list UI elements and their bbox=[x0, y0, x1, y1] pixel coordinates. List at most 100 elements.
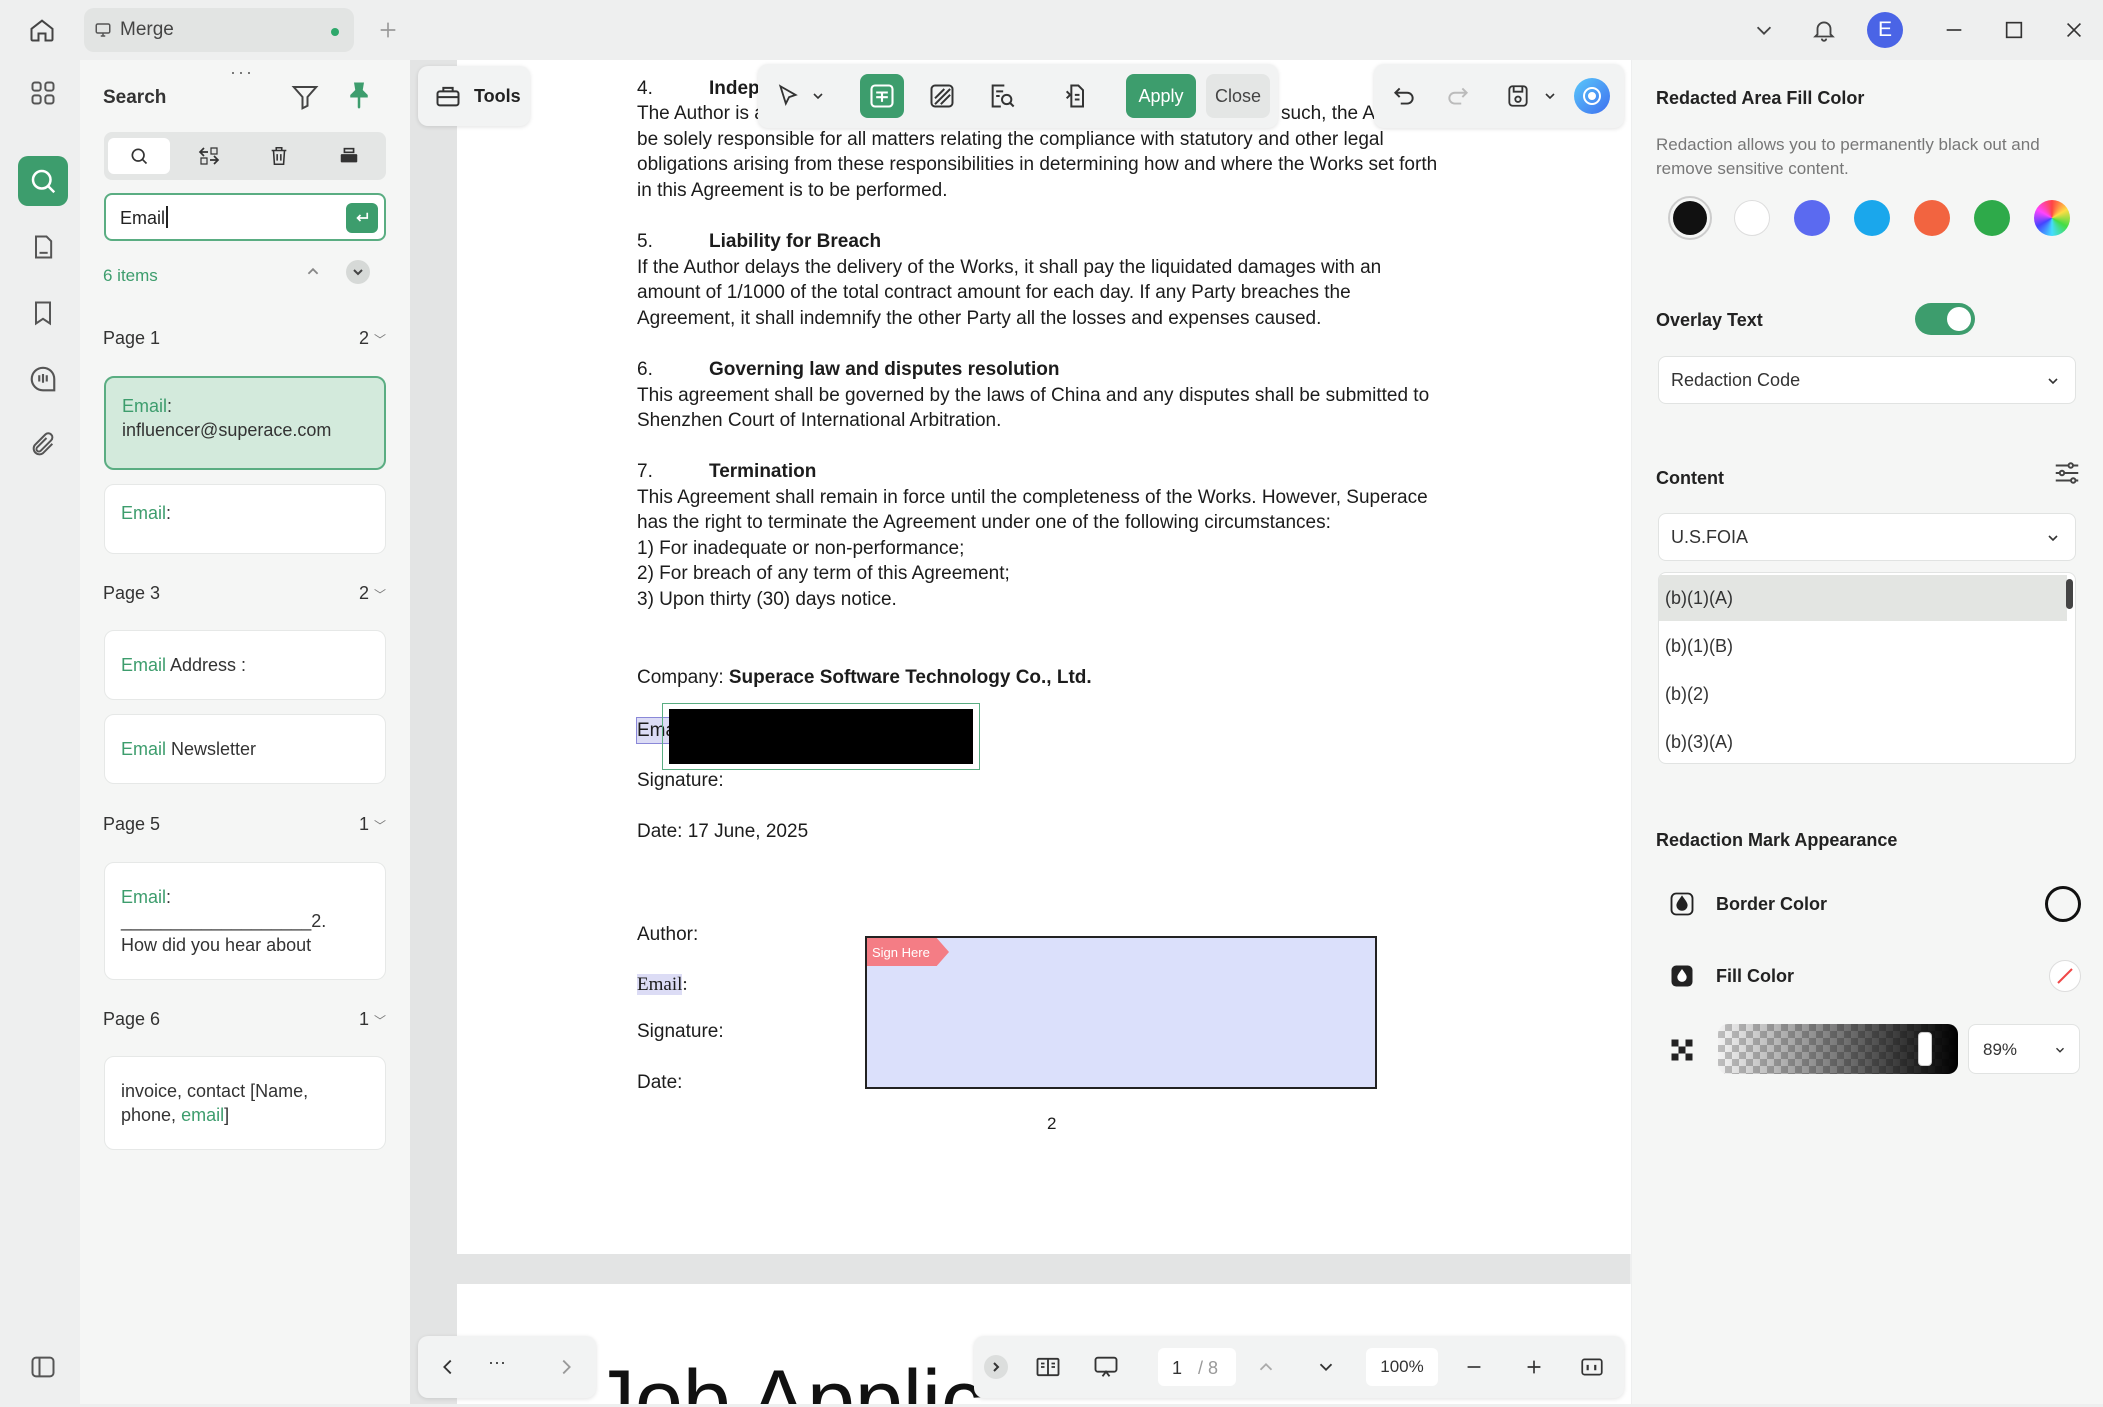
redaction-toolbar: Apply Close bbox=[758, 64, 1278, 128]
close-icon[interactable] bbox=[2056, 12, 2092, 48]
replace-icon[interactable] bbox=[178, 138, 240, 174]
chevron-up-icon[interactable] bbox=[1244, 1345, 1288, 1389]
actual-size-icon[interactable] bbox=[1570, 1345, 1614, 1389]
reading-mode-icon[interactable] bbox=[1026, 1345, 1070, 1389]
redo-icon[interactable] bbox=[1436, 74, 1480, 118]
redact-pages-icon[interactable] bbox=[1054, 74, 1098, 118]
chevron-down-icon[interactable] bbox=[346, 260, 370, 284]
overlay-text-dropdown[interactable]: Redaction Code bbox=[1658, 356, 2076, 404]
zoom-in-icon[interactable] bbox=[1512, 1345, 1556, 1389]
opacity-slider[interactable] bbox=[1718, 1024, 1958, 1074]
result-text: : bbox=[166, 887, 172, 907]
search-mode-icon[interactable] bbox=[108, 138, 170, 174]
bookmark-icon[interactable] bbox=[18, 288, 68, 338]
search-result-item[interactable]: Email: influencer@superace.com bbox=[104, 376, 386, 470]
trash-icon[interactable] bbox=[248, 138, 310, 174]
opacity-dropdown[interactable]: 89% bbox=[1968, 1024, 2080, 1074]
avatar[interactable]: E bbox=[1867, 12, 1903, 48]
search-result-item[interactable]: invoice, contact [Name, phone, email] bbox=[104, 1056, 386, 1150]
scrollbar[interactable] bbox=[2066, 579, 2073, 609]
fill-color-none-icon[interactable] bbox=[2049, 960, 2081, 992]
search-result-item[interactable]: Email Newsletter bbox=[104, 714, 386, 784]
paragraph-line: 1) For inadequate or non-performance; bbox=[637, 538, 965, 559]
color-swatch-white[interactable] bbox=[1734, 200, 1770, 236]
filter-icon[interactable] bbox=[290, 82, 320, 112]
fill-color-title: Redacted Area Fill Color bbox=[1656, 88, 1865, 108]
ai-assistant-icon[interactable] bbox=[1574, 78, 1610, 114]
chevron-left-icon[interactable] bbox=[426, 1345, 470, 1389]
save-icon[interactable] bbox=[1496, 74, 1540, 118]
color-swatch-green[interactable] bbox=[1974, 200, 2010, 236]
close-button[interactable]: Close bbox=[1206, 74, 1270, 118]
chevron-right-icon[interactable] bbox=[544, 1345, 588, 1389]
mark-area-icon[interactable] bbox=[920, 74, 964, 118]
result-group-count[interactable]: 2 ﹀ bbox=[359, 583, 386, 604]
page-input[interactable]: 1 / 8 bbox=[1158, 1348, 1236, 1386]
document-tab[interactable]: Merge bbox=[84, 8, 354, 52]
code-option[interactable]: (b)(2) bbox=[1659, 671, 2067, 717]
collapse-icon[interactable] bbox=[984, 1355, 1008, 1379]
drag-handle[interactable]: ··· bbox=[230, 62, 254, 83]
search-result-item[interactable]: Email: ___________________2. How did you… bbox=[104, 862, 386, 980]
color-swatch-sky[interactable] bbox=[1854, 200, 1890, 236]
bell-icon[interactable] bbox=[1806, 12, 1842, 48]
plus-icon[interactable] bbox=[370, 12, 406, 48]
result-text: invoice, contact [Name, bbox=[121, 1081, 309, 1101]
sliders-icon[interactable] bbox=[2052, 458, 2082, 488]
result-group-count[interactable]: 1 ﹀ bbox=[359, 814, 386, 835]
search-result-item[interactable]: Email: bbox=[104, 484, 386, 554]
search-highlight[interactable]: Email bbox=[637, 974, 683, 995]
result-group-count[interactable]: 2 ﹀ bbox=[359, 328, 386, 349]
border-color-swatch[interactable] bbox=[2045, 886, 2081, 922]
redaction-mark[interactable] bbox=[669, 709, 973, 764]
signature-label: Signature: bbox=[637, 1021, 724, 1042]
minimize-icon[interactable] bbox=[1936, 12, 1972, 48]
zoom-input[interactable]: 100% bbox=[1366, 1348, 1438, 1386]
paragraph-line: This agreement shall be governed by the … bbox=[637, 385, 1430, 406]
opacity-slider-thumb[interactable] bbox=[1918, 1032, 1932, 1066]
tools-button[interactable]: Tools bbox=[418, 66, 530, 126]
comment-icon[interactable] bbox=[18, 354, 68, 404]
search-icon[interactable] bbox=[18, 156, 68, 206]
chevron-down-icon[interactable] bbox=[810, 88, 826, 104]
result-group-header[interactable]: Page 1 bbox=[103, 328, 160, 349]
zoom-out-icon[interactable] bbox=[1452, 1345, 1496, 1389]
undo-icon[interactable] bbox=[1382, 74, 1426, 118]
apply-button[interactable]: Apply bbox=[1126, 74, 1196, 118]
mark-text-icon[interactable] bbox=[860, 74, 904, 118]
content-dropdown[interactable]: U.S.FOIA bbox=[1658, 513, 2076, 561]
color-swatch-blue[interactable] bbox=[1794, 200, 1830, 236]
result-group-header[interactable]: Page 5 bbox=[103, 814, 160, 835]
cursor-icon[interactable] bbox=[766, 74, 810, 118]
code-option[interactable]: (b)(1)(B) bbox=[1659, 623, 2067, 669]
result-text: Address : bbox=[166, 655, 247, 675]
search-input[interactable]: Email bbox=[104, 193, 386, 241]
color-swatch-black[interactable] bbox=[1668, 196, 1712, 240]
chevron-down-icon[interactable] bbox=[1542, 88, 1558, 104]
search-result-item[interactable]: Email Address : bbox=[104, 630, 386, 700]
pin-icon[interactable] bbox=[344, 80, 374, 110]
result-group-header[interactable]: Page 3 bbox=[103, 583, 160, 604]
presentation-icon[interactable] bbox=[1084, 1345, 1128, 1389]
chevron-up-icon[interactable] bbox=[302, 260, 324, 282]
code-option[interactable]: (b)(3)(A) bbox=[1659, 719, 2067, 763]
result-group-count[interactable]: 1 ﹀ bbox=[359, 1009, 386, 1030]
chevron-down-icon[interactable] bbox=[1304, 1345, 1348, 1389]
attachment-icon[interactable] bbox=[18, 420, 68, 470]
grid-icon[interactable] bbox=[18, 68, 68, 118]
chevron-down-icon[interactable] bbox=[1746, 12, 1782, 48]
result-text: ] bbox=[224, 1105, 230, 1125]
overlay-text-toggle[interactable] bbox=[1915, 303, 1975, 335]
page-icon[interactable] bbox=[18, 222, 68, 272]
sidebar-toggle-icon[interactable] bbox=[18, 1342, 68, 1392]
redact-mode-icon[interactable] bbox=[318, 138, 380, 174]
home-icon[interactable] bbox=[24, 12, 60, 48]
enter-icon[interactable] bbox=[346, 203, 378, 233]
code-option[interactable]: (b)(1)(A) bbox=[1659, 575, 2067, 621]
maximize-icon[interactable] bbox=[1996, 12, 2032, 48]
more-button[interactable]: ··· bbox=[488, 1352, 506, 1373]
search-redact-icon[interactable] bbox=[980, 74, 1024, 118]
color-picker-icon[interactable] bbox=[2034, 200, 2070, 236]
result-group-header[interactable]: Page 6 bbox=[103, 1009, 160, 1030]
color-swatch-orange[interactable] bbox=[1914, 200, 1950, 236]
